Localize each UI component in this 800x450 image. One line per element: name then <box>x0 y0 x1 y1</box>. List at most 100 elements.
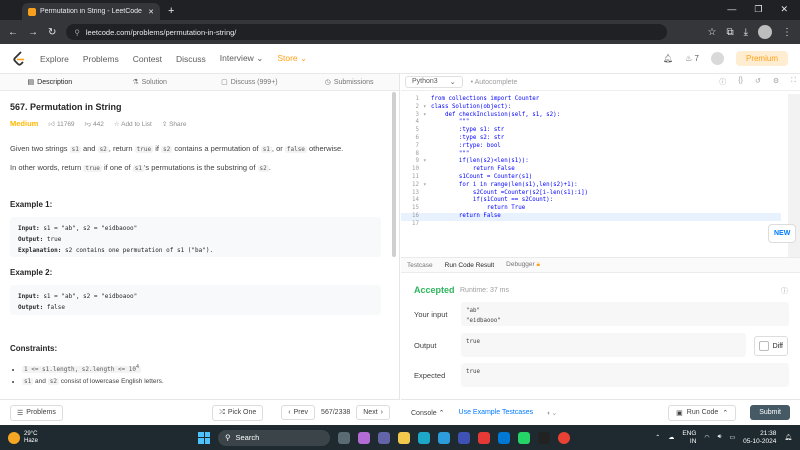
reset-icon[interactable]: ↺ <box>755 77 761 87</box>
nav-interview[interactable]: Interview ⌄ <box>220 53 264 64</box>
info-icon[interactable]: ⓘ <box>719 77 726 87</box>
language-select[interactable]: Python3 ⌄ <box>405 76 463 88</box>
language-indicator[interactable]: ENG IN <box>682 430 696 446</box>
clock[interactable]: 21:38 05-10-2024 <box>743 430 776 446</box>
cloud-icon[interactable]: ☁ <box>668 434 674 441</box>
description-scrollbar[interactable] <box>392 92 396 257</box>
help-icon[interactable]: ◐⌄ <box>547 409 557 417</box>
store-icon[interactable] <box>438 431 450 444</box>
forward-icon[interactable]: → <box>28 27 38 38</box>
nav-explore[interactable]: Explore <box>40 54 69 64</box>
tab-discuss[interactable]: ▢ Discuss (999+) <box>200 78 300 87</box>
like-button[interactable]: 👍︎ 11769 <box>48 120 74 128</box>
code-line[interactable]: 11 s1Count = Counter(s1) <box>401 174 781 182</box>
notification-bell-icon[interactable]: 🔔︎ <box>784 434 792 441</box>
fold-arrow-icon[interactable]: ▾ <box>423 104 431 112</box>
bookmark-star-icon[interactable]: ☆ <box>707 27 716 38</box>
code-line[interactable]: 4 """ <box>401 119 781 127</box>
fire-streak[interactable]: ♨ 7 <box>685 54 699 63</box>
tab-testcase[interactable]: Testcase <box>407 262 433 269</box>
code-line[interactable]: 3 ▾ def checkInclusion(self, s1, s2): <box>401 112 781 120</box>
windows-start-icon[interactable] <box>198 431 210 444</box>
next-button[interactable]: Next › <box>356 405 390 420</box>
extensions-icon[interactable]: ⧉ <box>726 27 733 38</box>
code-line[interactable]: 9 ▾ if(len(s2)<len(s1)): <box>401 158 781 166</box>
fold-arrow-icon[interactable]: ▾ <box>423 158 431 166</box>
problems-list-button[interactable]: ☰ Problems <box>10 404 63 421</box>
info-icon[interactable]: ⓘ <box>781 286 788 296</box>
copilot-icon[interactable] <box>358 431 370 444</box>
share-button[interactable]: ⇪ Share <box>162 120 187 128</box>
tab-description[interactable]: ▤ Description <box>0 78 100 87</box>
app-icon[interactable] <box>458 431 470 444</box>
back-icon[interactable]: ← <box>8 27 18 38</box>
new-tab-icon[interactable]: + <box>168 5 174 17</box>
tab-solution[interactable]: ⚗ Solution <box>100 78 200 87</box>
settings-icon[interactable]: ⚙ <box>773 77 779 87</box>
profile-avatar[interactable] <box>758 25 772 39</box>
nav-contest[interactable]: Contest <box>133 54 162 64</box>
file-explorer-icon[interactable] <box>398 431 410 444</box>
address-bar[interactable]: ⚲ leetcode.com/problems/permutation-in-s… <box>66 24 668 40</box>
fold-arrow-icon[interactable]: ▾ <box>423 112 431 120</box>
site-info-icon[interactable]: ⚲ <box>74 28 80 37</box>
add-to-list-button[interactable]: ☆ Add to List <box>114 120 152 128</box>
tab-submissions[interactable]: ◷ Submissions <box>299 78 399 87</box>
edge-icon[interactable] <box>418 431 430 444</box>
task-view-icon[interactable] <box>338 431 350 444</box>
code-line[interactable]: 13 s2Count =Counter(s2[i-len(s1):i]) <box>401 190 781 198</box>
code-line[interactable]: 5 :type s1: str <box>401 127 781 135</box>
wifi-icon[interactable]: ◠ <box>704 434 709 441</box>
minimize-icon[interactable]: — <box>727 4 736 15</box>
code-line[interactable]: 14 if(s1Count == s2Count): <box>401 197 781 205</box>
user-avatar[interactable] <box>710 52 724 65</box>
console-toggle[interactable]: Console ⌃ <box>411 409 445 417</box>
weather-widget[interactable]: 29°C Haze <box>0 431 38 445</box>
taskbar-search[interactable]: ⚲ Search <box>218 429 330 446</box>
battery-icon[interactable]: ▭ <box>729 434 735 441</box>
fullscreen-icon[interactable]: ⛶ <box>791 77 796 87</box>
submit-button[interactable]: Submit <box>750 405 790 420</box>
code-line[interactable]: 1 from collections import Counter <box>401 96 781 104</box>
volume-icon[interactable]: 🔊︎ <box>718 434 722 441</box>
chrome-icon[interactable] <box>558 431 570 444</box>
close-tab-icon[interactable]: ✕ <box>148 8 154 16</box>
app-icon-2[interactable] <box>538 431 550 444</box>
browser-tab[interactable]: Permutation in String - LeetCode ✕ <box>22 3 160 20</box>
teams-icon[interactable] <box>378 431 390 444</box>
use-example-testcases-link[interactable]: Use Example Testcases <box>459 409 534 416</box>
code-editor[interactable]: 1 from collections import Counter 2 ▾ class … <box>401 96 781 229</box>
diff-toggle[interactable]: Diff <box>753 336 788 356</box>
reload-icon[interactable]: ↻ <box>48 27 56 38</box>
tab-debugger[interactable]: Debugger 🔒︎ <box>506 261 540 269</box>
bell-icon[interactable]: 🔔︎ <box>663 54 673 63</box>
code-line[interactable]: 17 <box>401 221 781 229</box>
code-line[interactable]: 7 :rtype: bool <box>401 143 781 151</box>
fold-arrow-icon[interactable]: ▾ <box>423 182 431 190</box>
tab-run-code-result[interactable]: Run Code Result <box>445 262 495 269</box>
code-line[interactable]: 8 """ <box>401 151 781 159</box>
dislike-button[interactable]: 👎︎ 442 <box>85 120 104 128</box>
whatsapp-icon[interactable] <box>518 431 530 444</box>
nav-problems[interactable]: Problems <box>83 54 119 64</box>
code-line[interactable]: 15 return True <box>401 205 781 213</box>
new-feature-badge[interactable]: NEW <box>768 224 797 243</box>
code-line[interactable]: 12 ▾ for i in range(len(s1),len(s2)+1): <box>401 182 781 190</box>
code-line[interactable]: 6 :type s2: str <box>401 135 781 143</box>
autocomplete-toggle[interactable]: • Autocomplete <box>471 79 518 86</box>
pick-one-button[interactable]: ⤮ Pick One <box>212 404 264 421</box>
chevron-up-icon[interactable]: ⌃ <box>655 434 660 441</box>
menu-kebab-icon[interactable]: ⋮ <box>782 27 792 38</box>
run-code-button[interactable]: ▣ Run Code ⌃ <box>668 404 737 421</box>
nav-store[interactable]: Store ⌄ <box>277 53 307 64</box>
code-line[interactable]: 16 return False <box>401 212 781 221</box>
prev-button[interactable]: ‹ Prev <box>281 405 316 420</box>
vscode-icon[interactable] <box>498 431 510 444</box>
code-line[interactable]: 2 ▾ class Solution(object): <box>401 104 781 112</box>
close-window-icon[interactable]: ✕ <box>780 4 788 15</box>
premium-button[interactable]: Premium <box>735 51 788 66</box>
maximize-icon[interactable]: ❐ <box>754 4 762 15</box>
nav-discuss[interactable]: Discuss <box>176 54 206 64</box>
code-line[interactable]: 10 return False <box>401 166 781 174</box>
braces-icon[interactable]: {} <box>738 77 743 87</box>
